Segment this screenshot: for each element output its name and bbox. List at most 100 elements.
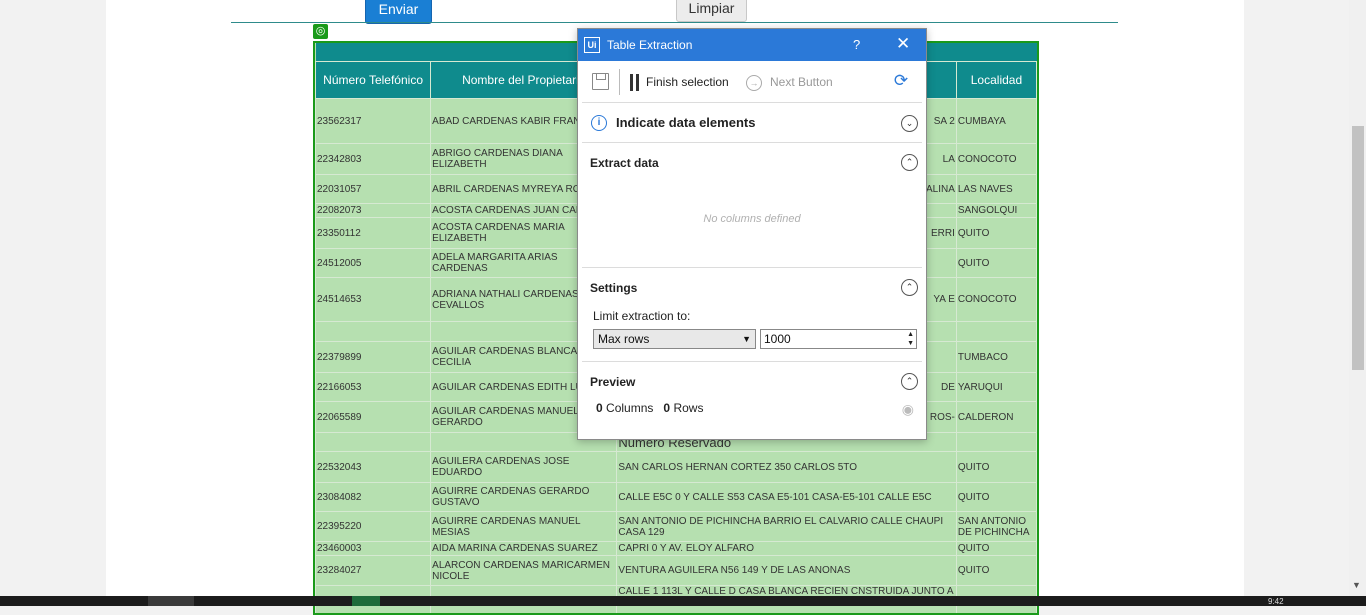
cell-phone: 22031057 [316, 175, 431, 204]
taskbar-clock: 9:42 [1268, 597, 1284, 606]
cell-city: CALDERON [956, 402, 1036, 433]
finish-selection-button[interactable]: Finish selection [646, 75, 729, 89]
cell-phone: 22379899 [316, 342, 431, 373]
cell-phone: 22342803 [316, 144, 431, 175]
next-button-button[interactable]: Next Button [770, 75, 833, 89]
settings-section: Settings ⌃ Limit extraction to: Max rows… [582, 268, 922, 362]
selection-target-icon: ◎ [313, 24, 328, 39]
cell-name: AGUILERA CARDENAS JOSE EDUARDO [431, 452, 617, 483]
cell-phone: 23460003 [316, 542, 431, 556]
cell-phone: 23350112 [316, 218, 431, 249]
max-rows-input[interactable]: 1000 ▲▼ [760, 329, 917, 349]
cell-address: VENTURA AGUILERA N56 149 Y DE LAS ANONAS [617, 556, 956, 586]
cell-city: CONOCOTO [956, 144, 1036, 175]
cell-phone: 22065589 [316, 402, 431, 433]
table-row: 23284027 ALARCON CARDENAS MARICARMEN NIC… [316, 556, 1037, 586]
clear-button[interactable]: Limpiar [676, 0, 747, 22]
cell-phone: 22395220 [316, 512, 431, 542]
cell-city: QUITO [956, 452, 1036, 483]
cell-city: TUMBACO [956, 342, 1036, 373]
uipath-logo-icon: Ui [584, 37, 600, 53]
send-button[interactable]: Enviar [365, 0, 432, 24]
cell-phone: 24512005 [316, 249, 431, 278]
info-icon: i [591, 115, 607, 131]
cell-phone [316, 433, 431, 452]
close-icon[interactable]: ✕ [896, 34, 910, 54]
table-row: 22395220 AGUIRRE CARDENAS MANUEL MESIAS … [316, 512, 1037, 542]
columns-label: Columns [606, 401, 653, 415]
row-count: 0 [663, 401, 670, 415]
cell-city: LAS NAVES [956, 175, 1036, 204]
taskbar [0, 596, 1366, 606]
taskbar-item[interactable] [352, 596, 380, 606]
cell-city: CONOCOTO [956, 278, 1036, 322]
cell-address: CALLE E5C 0 Y CALLE S53 CASA E5-101 CASA… [617, 483, 956, 512]
cell-city [956, 433, 1036, 452]
header-phone: Número Telefónico [316, 62, 431, 99]
cell-city: QUITO [956, 556, 1036, 586]
cell-address: SAN ANTONIO DE PICHINCHA BARRIO EL CALVA… [617, 512, 956, 542]
cell-phone: 22082073 [316, 204, 431, 218]
preview-title: Preview [590, 375, 635, 389]
header-city: Localidad [956, 62, 1036, 99]
cell-city: CUMBAYA [956, 99, 1036, 144]
indicate-section[interactable]: i Indicate data elements ⌄ [582, 103, 922, 143]
cell-name: AGUIRRE CARDENAS MANUEL MESIAS [431, 512, 617, 542]
extract-data-title: Extract data [590, 156, 659, 170]
dropdown-arrow-icon: ▼ [742, 330, 751, 348]
help-icon[interactable]: ? [853, 37, 860, 52]
table-row: 22532043 AGUILERA CARDENAS JOSE EDUARDO … [316, 452, 1037, 483]
cell-phone [316, 322, 431, 342]
toolbar-separator [619, 69, 620, 95]
cell-address: SAN CARLOS HERNAN CORTEZ 350 CARLOS 5TO [617, 452, 956, 483]
chevron-up-icon[interactable]: ⌃ [901, 279, 918, 296]
dialog-toolbar: Finish selection → Next Button ⟳ [582, 61, 922, 103]
table-row: 23460003 AIDA MARINA CARDENAS SUAREZ CAP… [316, 542, 1037, 556]
chevron-up-icon[interactable]: ⌃ [901, 373, 918, 390]
settings-title: Settings [590, 281, 637, 295]
spinner-icon[interactable]: ▲▼ [907, 330, 914, 348]
cell-phone: 23284027 [316, 556, 431, 586]
cell-phone: 22532043 [316, 452, 431, 483]
cell-city: SANGOLQUI [956, 204, 1036, 218]
cell-city: SAN ANTONIO DE PICHINCHA [956, 512, 1036, 542]
refresh-selector-icon[interactable]: ⟳ [891, 71, 911, 91]
preview-counts: 0 Columns 0 Rows [596, 401, 703, 415]
dialog-title: Table Extraction [607, 38, 692, 52]
rows-label: Rows [673, 401, 703, 415]
column-count: 0 [596, 401, 603, 415]
dialog-titlebar[interactable]: Ui Table Extraction ? ✕ [578, 29, 926, 61]
cell-city: YARUQUI [956, 373, 1036, 402]
cell-name: AIDA MARINA CARDENAS SUAREZ [431, 542, 617, 556]
cell-city: QUITO [956, 218, 1036, 249]
scroll-down-icon[interactable]: ▼ [1352, 580, 1361, 590]
extract-data-section: Extract data ⌃ No columns defined [582, 143, 922, 268]
scrollbar-thumb[interactable] [1352, 126, 1364, 370]
cell-phone: 23562317 [316, 99, 431, 144]
divider [231, 22, 1118, 23]
next-arrow-icon[interactable]: → [746, 75, 762, 91]
no-columns-message: No columns defined [582, 213, 922, 225]
save-icon[interactable] [592, 73, 609, 90]
cell-name: AGUIRRE CARDENAS GERARDO GUSTAVO [431, 483, 617, 512]
table-extraction-dialog: Ui Table Extraction ? ✕ Finish selection… [577, 28, 927, 440]
eye-icon[interactable]: ◉ [902, 401, 914, 418]
preview-section: Preview ⌃ 0 Columns 0 Rows ◉ [582, 362, 922, 434]
limit-mode-value: Max rows [598, 332, 649, 346]
max-rows-value: 1000 [764, 332, 791, 346]
cell-phone: 23084082 [316, 483, 431, 512]
cell-phone: 24514653 [316, 278, 431, 322]
limit-mode-select[interactable]: Max rows ▼ [593, 329, 756, 349]
chevron-up-icon[interactable]: ⌃ [901, 154, 918, 171]
pause-icon[interactable] [630, 74, 639, 91]
cell-phone: 22166053 [316, 373, 431, 402]
cell-city: QUITO [956, 542, 1036, 556]
limit-extraction-label: Limit extraction to: [593, 309, 690, 323]
cell-city [956, 322, 1036, 342]
chevron-down-icon[interactable]: ⌄ [901, 115, 918, 132]
indicate-data-elements: Indicate data elements [616, 115, 755, 130]
cell-city: QUITO [956, 249, 1036, 278]
cell-city: QUITO [956, 483, 1036, 512]
table-row: 23084082 AGUIRRE CARDENAS GERARDO GUSTAV… [316, 483, 1037, 512]
taskbar-item[interactable] [148, 596, 194, 606]
